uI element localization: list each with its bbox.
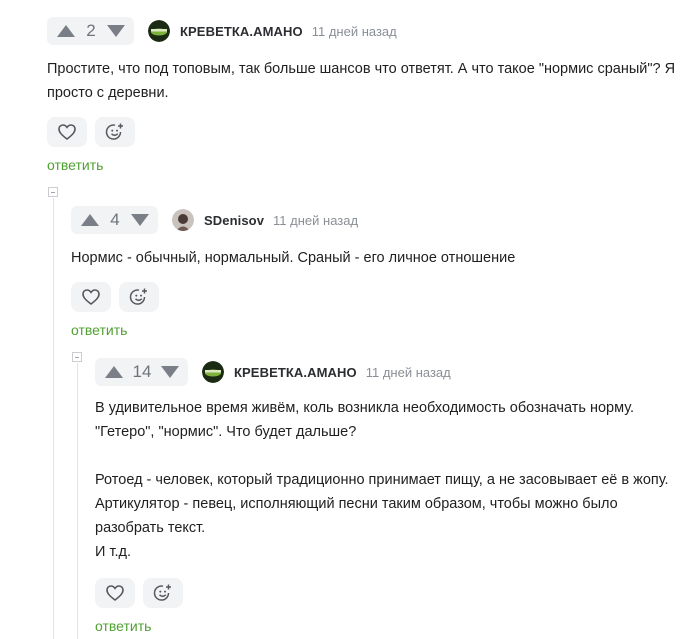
vote-control: 14 bbox=[95, 358, 188, 386]
like-button[interactable] bbox=[95, 578, 135, 608]
comment-text: Нормис - обычный, нормальный. Сраный - е… bbox=[71, 246, 671, 270]
upvote-arrow-icon[interactable] bbox=[81, 214, 99, 226]
comment-paragraph bbox=[95, 444, 680, 468]
vote-score: 14 bbox=[132, 362, 152, 381]
reply-link[interactable]: ответить bbox=[95, 618, 680, 634]
comment-actions bbox=[71, 282, 671, 312]
reply-link[interactable]: ответить bbox=[71, 322, 671, 338]
downvote-arrow-icon[interactable] bbox=[161, 366, 179, 378]
thread-line bbox=[77, 363, 78, 639]
timestamp[interactable]: 11 дней назад bbox=[366, 365, 451, 380]
comment-paragraph: Нормис - обычный, нормальный. Сраный - е… bbox=[71, 250, 516, 266]
comment-paragraph: Ротоед - человек, который традиционно пр… bbox=[95, 472, 669, 488]
react-button[interactable] bbox=[143, 578, 183, 608]
comment-text: В удивительное время живём, коль возникл… bbox=[95, 396, 680, 564]
react-button[interactable] bbox=[119, 282, 159, 312]
upvote-arrow-icon[interactable] bbox=[57, 25, 75, 37]
comment: 2 КРЕВЕТКА.АМАНО 11 дней назад Простите,… bbox=[47, 17, 677, 173]
comment-actions bbox=[47, 117, 677, 147]
add-emoji-icon bbox=[129, 288, 147, 305]
heart-icon bbox=[58, 124, 76, 140]
comment-paragraph: Простите, что под топовым, так больше ша… bbox=[47, 61, 676, 101]
vote-control: 2 bbox=[47, 17, 134, 45]
collapse-thread-icon[interactable] bbox=[48, 187, 58, 197]
comment-header: 14 КРЕВЕТКА.АМАНО 11 дней назад bbox=[95, 358, 680, 386]
avatar[interactable] bbox=[148, 20, 170, 42]
react-button[interactable] bbox=[95, 117, 135, 147]
upvote-arrow-icon[interactable] bbox=[105, 366, 123, 378]
comment: 4 SDenisov 11 дней назад Нормис - обычны… bbox=[71, 206, 671, 338]
heart-icon bbox=[106, 585, 124, 601]
vote-control: 4 bbox=[71, 206, 158, 234]
heart-icon bbox=[82, 289, 100, 305]
comment-paragraph: В удивительное время живём, коль возникл… bbox=[95, 400, 635, 440]
timestamp[interactable]: 11 дней назад bbox=[312, 24, 397, 39]
author-name[interactable]: КРЕВЕТКА.АМАНО bbox=[234, 365, 357, 380]
add-emoji-icon bbox=[153, 584, 171, 601]
comment-text: Простите, что под топовым, так больше ша… bbox=[47, 57, 677, 105]
comment-paragraph: И т.д. bbox=[95, 544, 132, 560]
collapse-thread-icon[interactable] bbox=[72, 352, 82, 362]
vote-score: 2 bbox=[86, 21, 96, 40]
downvote-arrow-icon[interactable] bbox=[107, 25, 125, 37]
comment: 14 КРЕВЕТКА.АМАНО 11 дней назад В удивит… bbox=[95, 358, 680, 634]
avatar[interactable] bbox=[172, 209, 194, 231]
vote-score: 4 bbox=[110, 210, 120, 229]
comment-header: 4 SDenisov 11 дней назад bbox=[71, 206, 671, 234]
like-button[interactable] bbox=[71, 282, 111, 312]
thread-line bbox=[53, 198, 54, 639]
downvote-arrow-icon[interactable] bbox=[131, 214, 149, 226]
comment-actions bbox=[95, 578, 680, 608]
author-name[interactable]: SDenisov bbox=[204, 213, 264, 228]
comment-header: 2 КРЕВЕТКА.АМАНО 11 дней назад bbox=[47, 17, 677, 45]
add-emoji-icon bbox=[105, 123, 123, 140]
timestamp[interactable]: 11 дней назад bbox=[273, 213, 358, 228]
reply-link[interactable]: ответить bbox=[47, 157, 677, 173]
like-button[interactable] bbox=[47, 117, 87, 147]
author-name[interactable]: КРЕВЕТКА.АМАНО bbox=[180, 24, 303, 39]
avatar[interactable] bbox=[202, 361, 224, 383]
comment-paragraph: Артикулятор - певец, исполняющий песни т… bbox=[95, 496, 618, 536]
